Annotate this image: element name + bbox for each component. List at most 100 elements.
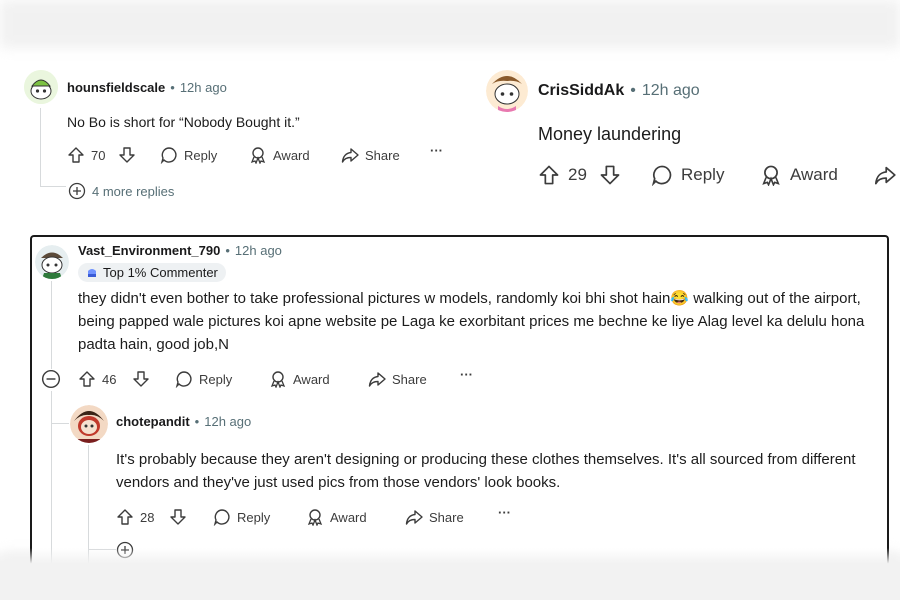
downvote-icon	[133, 371, 149, 387]
upvote-icon	[79, 371, 95, 387]
badge-label: Top 1% Commenter	[103, 265, 218, 280]
comment-text: they didn't even bother to take professi…	[78, 290, 865, 353]
share-icon	[341, 148, 359, 163]
share-label: Share	[429, 509, 464, 525]
avatar[interactable]	[24, 70, 58, 104]
more-options-icon: ···	[430, 143, 443, 158]
collapse-thread-button[interactable]	[41, 369, 61, 389]
badge-icon	[88, 268, 96, 277]
reply-label: Reply	[184, 147, 218, 163]
thread-line	[51, 281, 52, 369]
reply-label: Reply	[681, 165, 725, 184]
comment-bubble-icon	[175, 371, 192, 388]
award-button[interactable]: Award	[249, 146, 310, 164]
award-icon	[270, 371, 286, 388]
award-button[interactable]: Award	[269, 370, 330, 388]
comment-bubble-icon	[651, 165, 672, 186]
comment-username[interactable]: hounsfieldscale	[67, 80, 165, 95]
thread-line-curve	[51, 423, 69, 424]
more-options-button[interactable]: ···	[430, 143, 443, 158]
award-icon	[307, 509, 323, 526]
thread-line	[40, 108, 41, 186]
vote-count: 29	[568, 165, 587, 184]
more-options-button[interactable]: ···	[498, 505, 511, 520]
award-label: Award	[790, 165, 838, 184]
highlighted-comment-card: Vast_Environment_790 • 12h ago Top 1% Co…	[30, 235, 889, 567]
comment-timestamp[interactable]: 12h ago	[642, 82, 700, 100]
meta-separator: •	[630, 82, 636, 99]
reply-label: Reply	[237, 509, 271, 525]
upvote-icon	[68, 147, 84, 163]
downvote-icon	[170, 509, 186, 525]
meta-separator: •	[170, 80, 175, 95]
downvote-icon	[119, 147, 135, 163]
more-replies-button[interactable]: 4 more replies	[68, 182, 174, 200]
thread-line-curve	[40, 186, 66, 187]
comment-timestamp[interactable]: 12h ago	[180, 80, 227, 95]
avatar[interactable]	[486, 70, 528, 112]
upvote-button[interactable]: 70	[67, 146, 105, 164]
reply-button[interactable]: Reply	[160, 146, 217, 164]
reply-button[interactable]: Reply	[651, 164, 724, 186]
award-label: Award	[330, 509, 367, 525]
share-button[interactable]: Share	[405, 508, 464, 526]
comment-text: Money laundering	[538, 124, 682, 144]
comment-timestamp[interactable]: 12h ago	[235, 243, 282, 258]
top-blur-band	[0, 0, 900, 48]
snoo-avatar-icon	[35, 245, 69, 279]
downvote-button[interactable]	[599, 164, 621, 186]
avatar[interactable]	[70, 405, 108, 443]
share-button[interactable]: Share	[341, 146, 400, 164]
award-button[interactable]: Award	[760, 164, 838, 186]
avatar[interactable]	[35, 245, 69, 279]
downvote-button[interactable]	[169, 508, 187, 526]
comment-username[interactable]: Vast_Environment_790	[78, 243, 220, 258]
snoo-avatar-icon	[486, 70, 528, 112]
reply-label: Reply	[199, 371, 233, 387]
share-icon	[874, 166, 896, 185]
share-icon	[368, 372, 386, 387]
award-icon	[250, 147, 266, 164]
collapse-minus-icon	[41, 369, 61, 389]
share-label: Share	[365, 147, 400, 163]
upvote-button[interactable]: 28	[116, 508, 154, 526]
share-button[interactable]: Share	[368, 370, 427, 388]
expand-plus-icon	[68, 182, 86, 200]
reply-button[interactable]: Reply	[175, 370, 232, 388]
vote-count: 46	[102, 371, 117, 387]
vote-count: 70	[91, 147, 106, 163]
comment-text: No Bo is short for “Nobody Bought it.”	[67, 114, 300, 130]
more-options-icon: ···	[460, 367, 473, 382]
share-label: Share	[392, 371, 427, 387]
comment-text: It's probably because they aren't design…	[116, 451, 856, 491]
share-button[interactable]	[874, 164, 896, 186]
snoo-avatar-icon	[70, 405, 108, 443]
upvote-button[interactable]: 29	[538, 164, 587, 186]
top-commenter-badge: Top 1% Commenter	[78, 263, 226, 282]
thread-line	[51, 391, 52, 567]
downvote-button[interactable]	[132, 370, 150, 388]
more-options-icon: ···	[498, 505, 511, 520]
comment-username[interactable]: chotepandit	[116, 414, 190, 429]
downvote-button[interactable]	[118, 146, 136, 164]
upvote-icon	[539, 165, 559, 185]
meta-separator: •	[194, 414, 200, 429]
downvote-icon	[600, 165, 620, 185]
award-button[interactable]: Award	[306, 508, 367, 526]
award-icon	[762, 165, 780, 186]
upvote-icon	[117, 509, 133, 525]
award-label: Award	[273, 147, 310, 163]
award-label: Award	[293, 371, 330, 387]
snoo-avatar-icon	[24, 70, 58, 104]
meta-separator: •	[225, 243, 230, 258]
reply-button[interactable]: Reply	[213, 508, 270, 526]
share-icon	[405, 510, 423, 525]
more-replies-label: 4 more replies	[92, 183, 175, 199]
comment-bubble-icon	[160, 147, 177, 164]
upvote-button[interactable]: 46	[78, 370, 116, 388]
vote-count: 28	[140, 509, 155, 525]
more-options-button[interactable]: ···	[460, 367, 473, 382]
comment-username[interactable]: CrisSiddAk	[538, 82, 624, 100]
comment-timestamp[interactable]: 12h ago	[204, 414, 251, 429]
bottom-fade	[0, 548, 900, 600]
